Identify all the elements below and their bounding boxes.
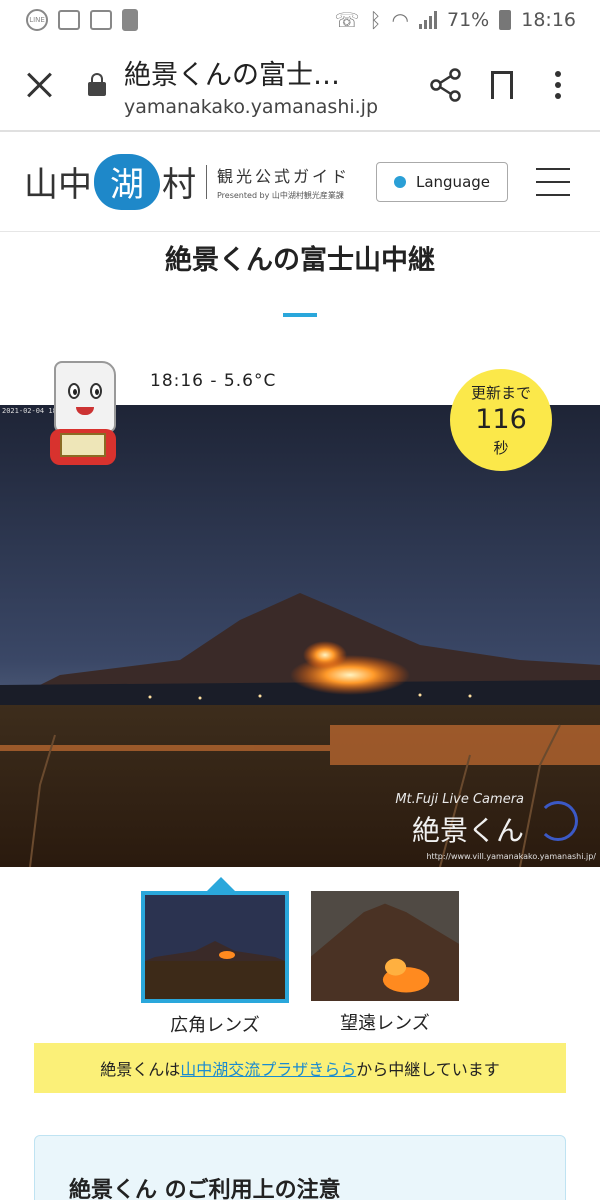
logo-guide-text: 観光公式ガイド: [217, 166, 351, 186]
page-tab-title: 絶景くんの富士…: [124, 59, 340, 91]
logo-subtitle: 観光公式ガイド Presented by 山中湖村観光産業課: [217, 163, 350, 201]
site-logo[interactable]: 山中 湖 村 観光公式ガイド Presented by 山中湖村観光産業課: [24, 153, 350, 210]
news-icon: [90, 10, 112, 30]
page-title: 絶景くんの富士山中継: [165, 245, 435, 276]
camera-brand-japanese: 絶景くん: [411, 814, 524, 847]
telephoto-lens-thumbnail[interactable]: [311, 891, 459, 1001]
url-block[interactable]: 絶景くんの富士… yamanakako.yamanashi.jp: [124, 53, 418, 118]
lens-option-wide[interactable]: 広角レンズ: [141, 877, 289, 1036]
mascot-image: [50, 361, 122, 473]
live-camera-image[interactable]: 2021-02-04 18:16 Mt.Fuji Live Camera 絶景く…: [0, 405, 600, 867]
battery-percent: 71%: [447, 9, 490, 31]
clock: 18:16: [521, 9, 576, 31]
status-left-icons: LINE: [26, 9, 138, 31]
notice-suffix: から中継しています: [356, 1060, 500, 1079]
logo-lake-mark: 湖: [94, 153, 160, 210]
camera-brand-english: Mt.Fuji Live Camera: [395, 792, 524, 807]
status-bar: LINE ☏ ᛒ ◠ 71% 18:16: [0, 0, 600, 40]
battery-icon: [499, 10, 512, 30]
countdown-unit: 秒: [493, 439, 509, 457]
logo-presented-text: Presented by 山中湖村観光産業課: [217, 190, 344, 200]
url-domain: yamanakako.yamanashi.jp: [124, 95, 379, 118]
countdown-number: 116: [475, 404, 527, 435]
telephoto-lens-label: 望遠レンズ: [340, 1012, 430, 1034]
more-menu-icon[interactable]: [530, 57, 586, 113]
lake-logo-icon: [538, 801, 578, 841]
signal-icon: [419, 11, 437, 29]
logo-text-right: 村: [162, 165, 196, 205]
close-icon[interactable]: [22, 67, 58, 103]
usage-notes-card: 絶景くん のご利用上の注意: [34, 1135, 566, 1200]
lens-selector: 広角レンズ 望遠レンズ: [0, 871, 600, 1036]
refresh-countdown-badge: 更新まで 116 秒: [450, 369, 552, 471]
wide-lens-thumbnail[interactable]: [141, 877, 289, 1003]
status-right-icons: ☏ ᛒ ◠ 71% 18:16: [335, 8, 576, 32]
title-underline: [283, 313, 317, 317]
voicemail-icon: ☏: [334, 8, 360, 32]
usage-notes-title: 絶景くん のご利用上の注意: [69, 1178, 341, 1200]
globe-icon: [393, 175, 406, 188]
image-icon: [58, 10, 80, 30]
camera-brand-url: http://www.vill.yamanakako.yamanashi.jp/: [426, 852, 596, 861]
hamburger-menu-icon[interactable]: [536, 167, 570, 196]
lock-icon[interactable]: [88, 73, 106, 96]
share-icon[interactable]: [418, 57, 474, 113]
wifi-icon: ◠: [391, 8, 409, 32]
line-icon: LINE: [26, 9, 48, 31]
lens-option-telephoto[interactable]: 望遠レンズ: [311, 891, 459, 1034]
logo-divider: [206, 164, 207, 199]
browser-toolbar: 絶景くんの富士… yamanakako.yamanashi.jp: [0, 40, 600, 132]
site-header: 山中 湖 村 観光公式ガイド Presented by 山中湖村観光産業課 La…: [0, 132, 600, 232]
countdown-label: 更新まで: [470, 384, 531, 402]
broadcast-location-notice: 絶景くんは 山中湖交流プラザきらら から中継しています: [34, 1043, 566, 1093]
bluetooth-icon: ᛒ: [369, 8, 382, 32]
language-button[interactable]: Language: [376, 161, 508, 202]
weather-readout: 18:16 - 5.6°C: [150, 371, 277, 391]
bookmark-icon[interactable]: [474, 57, 530, 113]
logo-text-left: 山中: [24, 165, 92, 205]
live-camera-section: 18:16 - 5.6°C 2021-02-04 18:16 Mt.Fuji L…: [0, 361, 600, 871]
kirara-link[interactable]: 山中湖交流プラザきらら: [180, 1056, 356, 1080]
language-label: Language: [415, 172, 491, 191]
notice-prefix: 絶景くんは: [100, 1060, 181, 1079]
wide-lens-label: 広角レンズ: [170, 1015, 260, 1036]
battery-plus-icon: [122, 9, 138, 31]
